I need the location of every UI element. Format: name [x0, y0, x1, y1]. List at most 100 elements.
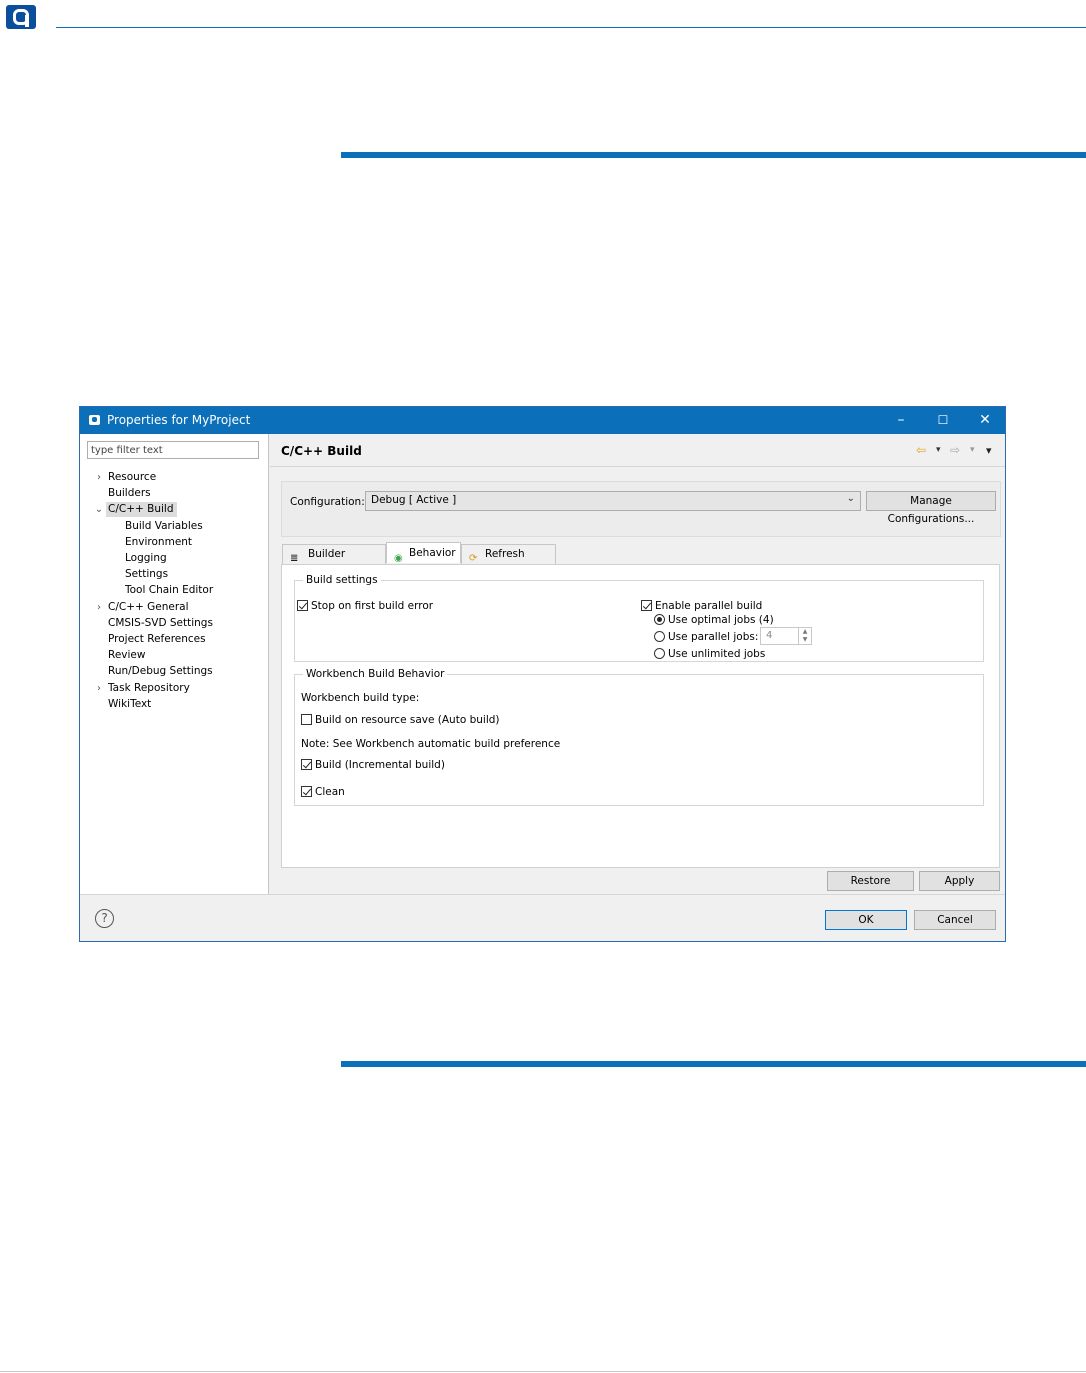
section-bar-top — [341, 152, 1086, 158]
dialog-titlebar[interactable]: Properties for MyProject – ☐ ✕ — [80, 407, 1005, 434]
build-settings-legend: Build settings — [303, 574, 381, 586]
checkbox-checked-icon — [641, 600, 652, 611]
tree-item-label: Settings — [125, 568, 169, 580]
header-rule — [56, 27, 1086, 28]
checkbox-empty-icon — [301, 714, 312, 725]
checkbox-checked-icon — [301, 786, 312, 797]
forward-history-dropdown-icon[interactable]: ▾ — [970, 445, 975, 455]
tree-item-cpp-general[interactable]: › C/C++ General — [97, 600, 192, 615]
apply-button[interactable]: Apply — [919, 871, 1000, 891]
tree-item-label: C/C++ General — [108, 601, 189, 613]
restore-defaults-button[interactable]: Restore Defaults — [827, 871, 914, 905]
forward-arrow-icon[interactable]: ⇨ — [950, 443, 960, 457]
parallel-jobs-stepper[interactable]: 4 ▲ ▼ — [760, 627, 812, 645]
tab-builder-settings[interactable]: ≣ Builder Settings — [282, 544, 386, 579]
tree-item-project-references[interactable]: Project References — [108, 632, 209, 647]
tab-behavior[interactable]: ◉ Behavior — [386, 542, 461, 564]
tree-item-label: Tool Chain Editor — [125, 584, 214, 596]
checkbox-label: Build on resource save (Auto build) — [315, 714, 500, 726]
tree-item-label: Resource — [108, 471, 157, 483]
tree-item-label: WikiText — [108, 698, 152, 710]
tree-item-label: C/C++ Build — [108, 503, 174, 515]
parallel-jobs-value: 4 — [766, 630, 773, 641]
tree-item-label: Logging — [125, 552, 167, 564]
radio-label: Use optimal jobs (4) — [668, 614, 774, 626]
tab-refresh-policy[interactable]: ⟳ Refresh Policy — [461, 544, 556, 579]
radio-empty-icon — [654, 631, 665, 642]
cancel-button[interactable]: Cancel — [914, 910, 996, 930]
tree-item-environment[interactable]: Environment — [125, 535, 195, 550]
section-bar-bottom — [341, 1061, 1086, 1067]
tree-item-resource[interactable]: › Resource — [97, 470, 159, 485]
incremental-build-checkbox[interactable]: Build (Incremental build) — [301, 759, 445, 772]
tree-item-builders[interactable]: Builders — [108, 486, 154, 501]
tree-item-wikitext[interactable]: WikiText — [108, 697, 154, 712]
radio-selected-icon — [654, 614, 665, 625]
tree-item-run-debug-settings[interactable]: Run/Debug Settings — [108, 664, 216, 679]
workbench-build-note: Note: See Workbench automatic build pref… — [301, 738, 561, 750]
property-page: C/C++ Build ⇦ ▾ ⇨ ▾ ▾ Configuration: Deb… — [270, 434, 1005, 905]
chevron-down-icon: ⌄ — [846, 493, 855, 504]
page-title: C/C++ Build — [281, 444, 362, 458]
back-history-dropdown-icon[interactable]: ▾ — [936, 445, 941, 455]
configuration-label: Configuration: — [290, 496, 365, 508]
enable-parallel-build-checkbox[interactable]: Enable parallel build — [641, 600, 762, 613]
help-icon[interactable]: ? — [95, 909, 114, 928]
workbench-build-type-label: Workbench build type: — [301, 692, 420, 704]
filter-input[interactable] — [87, 441, 259, 459]
tree-item-label: Environment — [125, 536, 193, 548]
tree-item-cmsis-svd-settings[interactable]: CMSIS-SVD Settings — [108, 616, 216, 631]
manage-configurations-button[interactable]: Manage Configurations... — [866, 491, 996, 525]
checkbox-label: Build (Incremental build) — [315, 759, 445, 771]
tree-item-label: Build Variables — [125, 520, 203, 532]
checkbox-label: Stop on first build error — [311, 600, 434, 612]
radio-empty-icon — [654, 648, 665, 659]
chevron-right-icon[interactable]: › — [94, 681, 104, 696]
ok-button[interactable]: OK — [825, 910, 907, 930]
stop-on-first-error-checkbox[interactable]: Stop on first build error — [297, 600, 433, 613]
brand-logo-icon — [6, 5, 36, 29]
use-parallel-jobs-radio[interactable]: Use parallel jobs: — [654, 631, 758, 644]
checkbox-checked-icon — [297, 600, 308, 611]
view-menu-icon[interactable]: ▾ — [986, 444, 992, 457]
maximize-button[interactable]: ☐ — [922, 407, 964, 434]
tree-item-settings[interactable]: Settings — [125, 567, 171, 582]
tab-label: Behavior — [409, 547, 456, 559]
dialog-footer: ? OK Cancel — [80, 894, 1005, 941]
tree-item-task-repository[interactable]: › Task Repository — [97, 681, 193, 696]
workbench-build-behavior-legend: Workbench Build Behavior — [303, 668, 448, 680]
tree-item-label: CMSIS-SVD Settings — [108, 617, 213, 629]
tree-item-label: Task Repository — [108, 682, 190, 694]
back-arrow-icon[interactable]: ⇦ — [916, 443, 926, 457]
chevron-down-icon[interactable]: ⌄ — [94, 502, 104, 517]
clean-checkbox[interactable]: Clean — [301, 786, 345, 799]
configuration-select[interactable]: Debug [ Active ] ⌄ — [365, 491, 861, 511]
app-icon — [89, 415, 100, 425]
footer-rule — [0, 1371, 1086, 1372]
configuration-value: Debug [ Active ] — [371, 494, 457, 506]
configuration-group: Configuration: Debug [ Active ] ⌄ Manage… — [281, 481, 1001, 537]
properties-dialog: Properties for MyProject – ☐ ✕ › Resourc… — [79, 406, 1006, 942]
tree-item-label: Run/Debug Settings — [108, 665, 213, 677]
tree-item-build-variables[interactable]: Build Variables — [125, 519, 206, 534]
behavior-tab-content: Build settings Stop on first build error… — [281, 564, 1000, 868]
use-optimal-jobs-radio[interactable]: Use optimal jobs (4) — [654, 614, 774, 627]
minimize-button[interactable]: – — [880, 407, 922, 434]
chevron-right-icon[interactable]: › — [94, 600, 104, 615]
checkbox-label: Enable parallel build — [655, 600, 763, 612]
close-button[interactable]: ✕ — [964, 407, 1006, 434]
tree-item-tool-chain-editor[interactable]: Tool Chain Editor — [125, 583, 216, 598]
chevron-right-icon[interactable]: › — [94, 470, 104, 485]
tree-item-label: Review — [108, 649, 146, 661]
tree-item-label: Project References — [108, 633, 206, 645]
stepper-arrows-icon[interactable]: ▲ ▼ — [798, 628, 811, 644]
tree-item-logging[interactable]: Logging — [125, 551, 170, 566]
tree-item-cpp-build[interactable]: ⌄ C/C++ Build — [95, 502, 177, 517]
checkbox-label: Clean — [315, 786, 345, 798]
auto-build-checkbox[interactable]: Build on resource save (Auto build) — [301, 714, 500, 727]
radio-label: Use parallel jobs: — [668, 631, 759, 643]
use-unlimited-jobs-radio[interactable]: Use unlimited jobs — [654, 648, 765, 661]
dialog-title: Properties for MyProject — [107, 413, 251, 427]
tree-item-label: Builders — [108, 487, 151, 499]
tree-item-review[interactable]: Review — [108, 648, 148, 663]
